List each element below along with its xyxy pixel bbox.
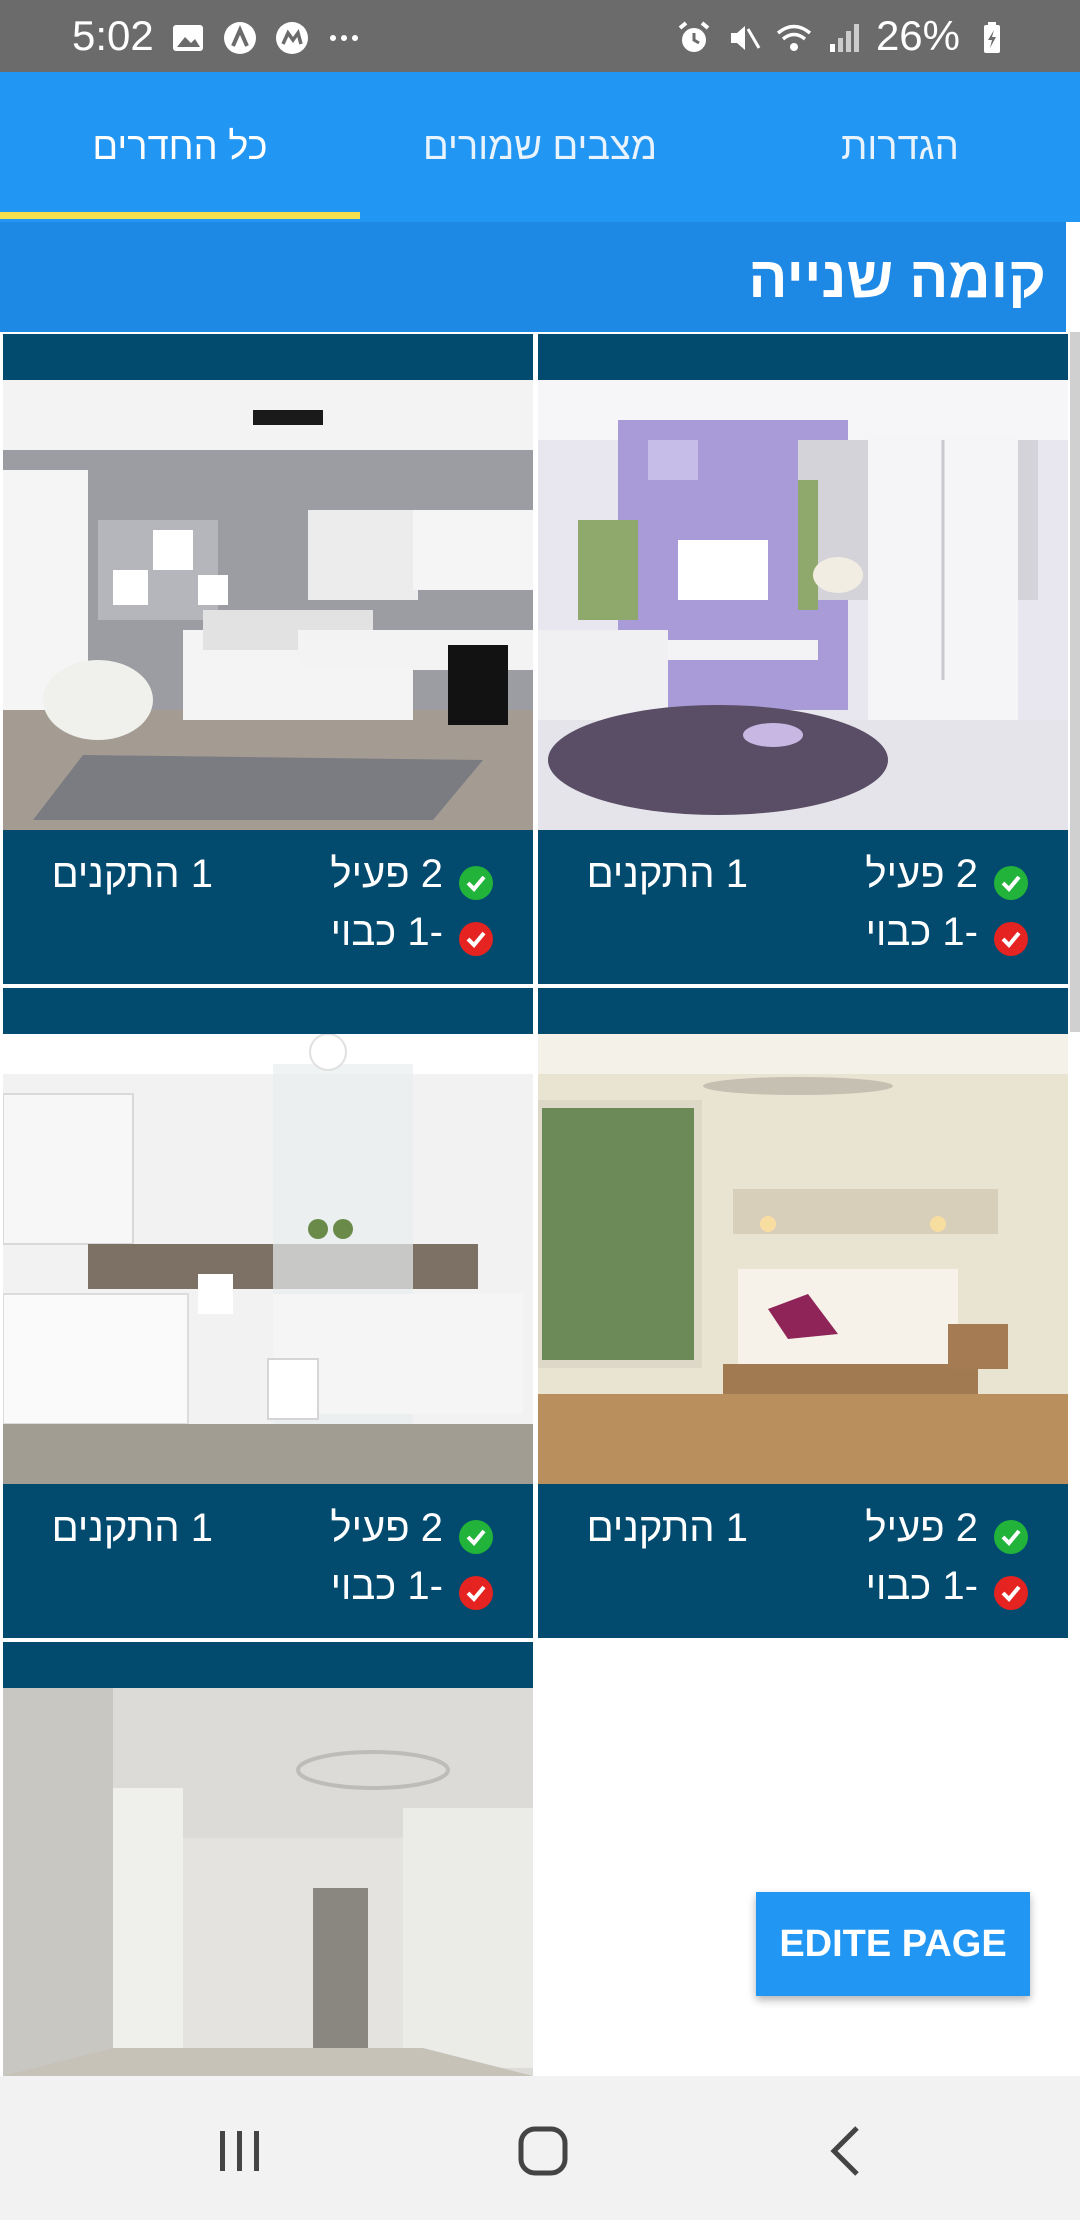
device-count: 1 התקנים: [586, 1506, 748, 1550]
status-right: 26%: [676, 12, 1010, 60]
device-count: 1 התקנים: [586, 852, 748, 896]
home-icon: [518, 2126, 568, 2176]
messenger-icon: [274, 18, 310, 54]
active-tab-indicator: [0, 212, 360, 219]
active-count: 2 פעיל: [330, 852, 443, 896]
more-icon: [326, 18, 362, 54]
recent-apps-button[interactable]: [205, 2116, 275, 2186]
recent-apps-icon: [220, 2131, 259, 2171]
off-count: -1 כבוי: [330, 1564, 443, 1608]
room-info: 2 פעיל -1 כבוי 1 התקנים: [3, 1484, 533, 1638]
room-card[interactable]: 2 פעיל -1 כבוי 1 התקנים: [534, 988, 1068, 1638]
image-icon: [170, 18, 206, 54]
back-button[interactable]: [812, 2116, 882, 2186]
off-count: -1 כבוי: [865, 1564, 978, 1608]
clock: 5:02: [72, 12, 154, 59]
room-image: [534, 1034, 1068, 1484]
room-info: 2 פעיל -1 כבוי 1 התקנים: [3, 830, 533, 984]
off-count: -1 כבוי: [330, 910, 443, 954]
room-info: 2 פעיל -1 כבוי 1 התקנים: [538, 1484, 1068, 1638]
status-bar: 5:02 26%: [0, 0, 1080, 72]
mute-icon: [726, 18, 762, 54]
battery-percent: 26%: [875, 12, 960, 59]
room-card[interactable]: 2 פעיל -1 כבוי 1 התקנים: [2, 988, 533, 1638]
device-count: 1 התקנים: [51, 852, 213, 896]
check-icon: [994, 866, 1028, 900]
off-count: -1 כבוי: [865, 910, 978, 954]
alarm-icon: [676, 18, 712, 54]
back-icon: [830, 2126, 859, 2176]
room-info: 2 פעיל -1 כבוי 1 התקנים: [538, 830, 1068, 984]
room-card[interactable]: 2 פעיל -1 כבוי 1 התקנים: [538, 334, 1068, 984]
room-image: [2, 1033, 533, 1484]
room-image: [3, 1688, 533, 2076]
navigation-bar: [0, 2076, 1080, 2220]
active-count: 2 פעיל: [330, 1506, 443, 1550]
check-off-icon: [994, 922, 1028, 956]
room-card[interactable]: 2 פעיל -1 כבוי 1 התקנים: [3, 334, 533, 984]
scrollbar[interactable]: [1070, 332, 1080, 1032]
active-count: 2 פעיל: [865, 852, 978, 896]
app-icon: [222, 18, 258, 54]
floor-title: קומה שנייה: [748, 245, 1046, 310]
tab-all-rooms[interactable]: כל החדרים: [0, 72, 360, 222]
check-icon: [459, 866, 493, 900]
room-image: [538, 380, 1068, 830]
home-button[interactable]: [508, 2116, 578, 2186]
check-icon: [994, 1520, 1028, 1554]
battery-icon: [974, 18, 1010, 54]
tab-saved-modes[interactable]: מצבים שמורים: [360, 72, 720, 222]
wifi-icon: [776, 18, 812, 54]
edit-page-button[interactable]: EDITE PAGE: [756, 1892, 1030, 1996]
check-icon: [459, 1520, 493, 1554]
room-image: [3, 380, 533, 830]
signal-icon: [826, 18, 862, 54]
status-left: 5:02: [72, 12, 362, 60]
check-off-icon: [459, 1576, 493, 1610]
check-off-icon: [459, 922, 493, 956]
room-card[interactable]: [3, 1642, 533, 2076]
tab-settings[interactable]: הגדרות: [720, 72, 1080, 222]
floor-header: קומה שנייה: [0, 222, 1066, 332]
active-count: 2 פעיל: [865, 1506, 978, 1550]
device-count: 1 התקנים: [51, 1506, 213, 1550]
tab-bar: כל החדרים מצבים שמורים הגדרות: [0, 72, 1080, 222]
check-off-icon: [994, 1576, 1028, 1610]
